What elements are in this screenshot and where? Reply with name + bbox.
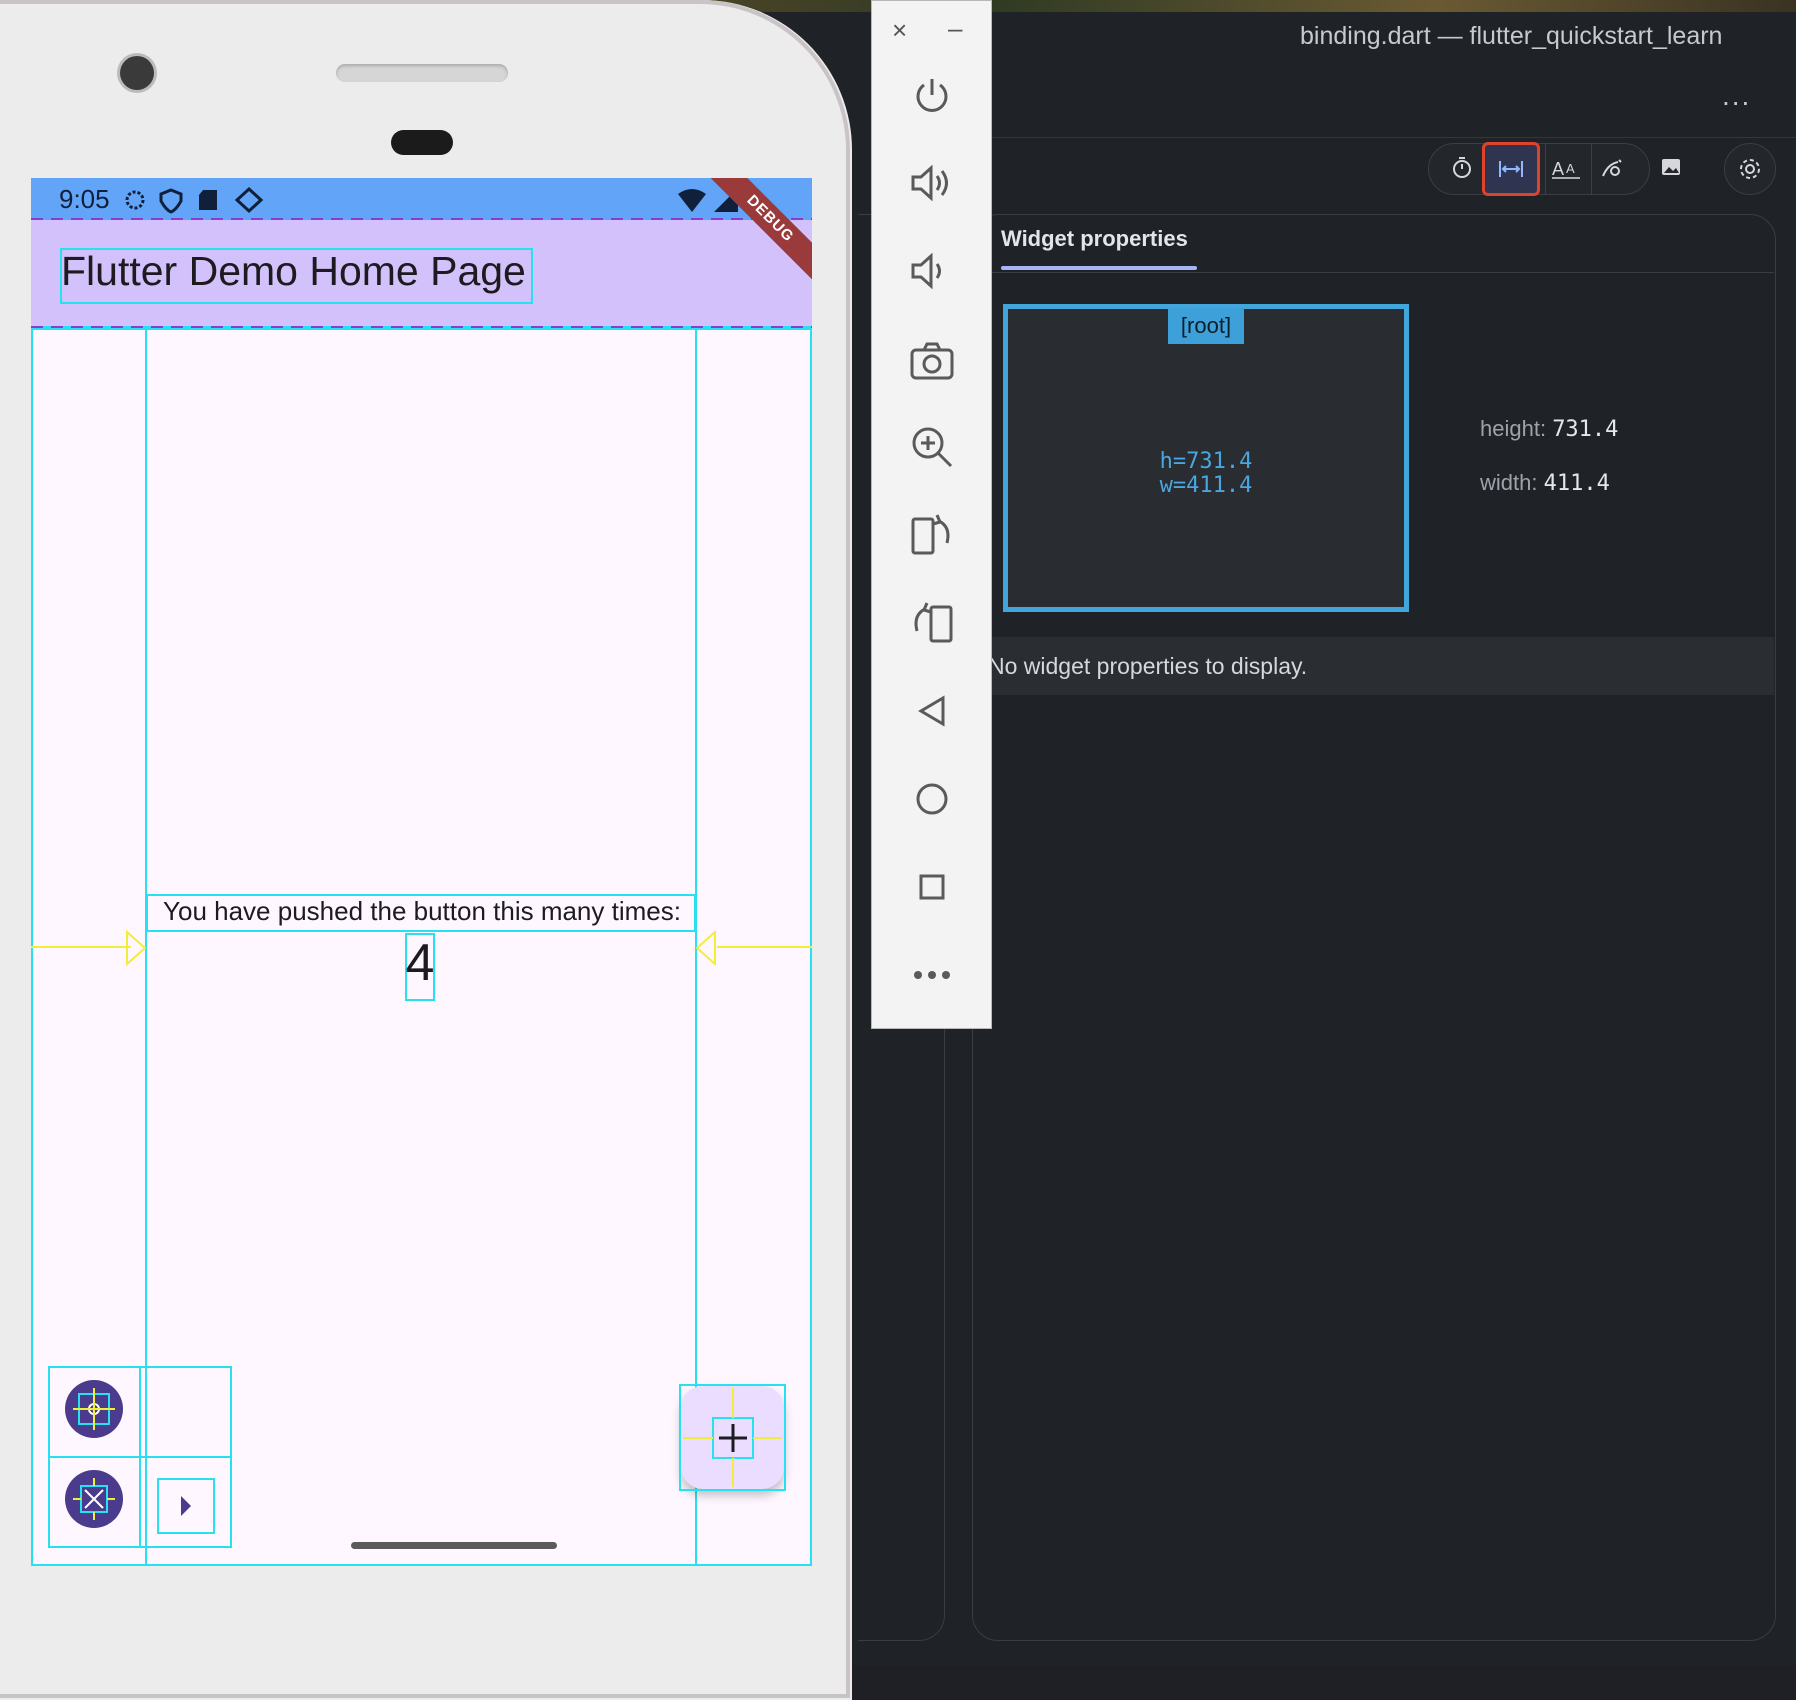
close-emulator-icon[interactable]: × bbox=[892, 15, 907, 46]
tab-underline bbox=[1001, 266, 1197, 270]
fab-outline bbox=[679, 1384, 786, 1491]
root-height: h=731.4 bbox=[1159, 449, 1253, 474]
overview-button[interactable] bbox=[872, 857, 991, 917]
volume-up-icon bbox=[911, 164, 948, 202]
front-camera bbox=[120, 56, 154, 90]
timer-icon bbox=[1453, 157, 1471, 178]
text-baselines-button[interactable]: AA bbox=[1541, 150, 1591, 186]
power-button[interactable] bbox=[872, 65, 991, 125]
width-property: width: 411.4 bbox=[1480, 470, 1610, 496]
proximity-sensor bbox=[391, 130, 453, 155]
home-button[interactable] bbox=[872, 769, 991, 829]
zoom-button[interactable] bbox=[872, 417, 991, 477]
root-width: w=411.4 bbox=[1159, 473, 1253, 498]
svg-text:A: A bbox=[1552, 159, 1564, 179]
padding-arrow bbox=[31, 946, 131, 948]
rotate-left-button[interactable] bbox=[872, 505, 991, 565]
empty-properties-message: No widget properties to display. bbox=[944, 637, 1774, 695]
phone-frame: 9:05 Flutter Demo Home Page DEBUG You ha… bbox=[0, 0, 852, 1700]
width-value: 411.4 bbox=[1543, 471, 1610, 496]
panel-divider bbox=[972, 272, 1774, 273]
root-label: [root] bbox=[1168, 308, 1244, 344]
repaint-rainbow-button[interactable] bbox=[1587, 150, 1637, 186]
earpiece-speaker bbox=[336, 64, 508, 82]
zoom-in-icon bbox=[912, 427, 952, 468]
padding-arrow bbox=[717, 946, 812, 948]
emulator-controls: × – bbox=[871, 0, 992, 1029]
arrow-left-icon bbox=[695, 930, 716, 966]
root-dimensions: h=731.4 w=411.4 bbox=[1136, 450, 1276, 498]
power-icon bbox=[916, 79, 947, 112]
screenshot-button[interactable] bbox=[872, 331, 991, 391]
close-icon bbox=[73, 1478, 115, 1520]
back-button[interactable] bbox=[872, 681, 991, 741]
camera-icon bbox=[910, 342, 953, 380]
app-title: Flutter Demo Home Page bbox=[61, 248, 526, 294]
volume-up-button[interactable] bbox=[872, 153, 991, 213]
inspector-settings-button[interactable] bbox=[1724, 143, 1776, 195]
overlay-divider bbox=[48, 1456, 232, 1458]
home-icon bbox=[916, 783, 947, 815]
slow-animations-button[interactable] bbox=[1437, 150, 1487, 186]
height-label: height: bbox=[1480, 416, 1547, 441]
close-inspector-button[interactable] bbox=[65, 1470, 123, 1528]
tab-widget-properties[interactable]: Widget properties bbox=[1001, 226, 1188, 252]
status-icons bbox=[125, 186, 264, 214]
text-size-icon: AA bbox=[1552, 159, 1580, 179]
device-screen[interactable]: 9:05 Flutter Demo Home Page DEBUG You ha… bbox=[31, 178, 812, 1566]
play-arrow-icon[interactable] bbox=[179, 1494, 193, 1518]
window-title: binding.dart — flutter_quickstart_learn bbox=[1300, 22, 1723, 50]
arrow-right-icon bbox=[126, 930, 147, 966]
inspector-toolbar: AA bbox=[1428, 142, 1650, 196]
crosshair-icon bbox=[73, 1388, 115, 1430]
more-button[interactable] bbox=[872, 945, 991, 1005]
more-icon bbox=[913, 971, 950, 979]
toolbar-divider bbox=[990, 137, 1796, 138]
height-value: 731.4 bbox=[1552, 417, 1619, 442]
minimize-emulator-icon[interactable]: – bbox=[948, 13, 962, 44]
overview-icon bbox=[919, 874, 944, 900]
rotate-right-icon bbox=[914, 602, 952, 643]
counter-value: 4 bbox=[405, 934, 435, 992]
more-menu-icon[interactable]: ... bbox=[1722, 80, 1751, 112]
guideline bbox=[31, 218, 812, 220]
status-time: 9:05 bbox=[59, 184, 110, 214]
rotate-right-button[interactable] bbox=[872, 593, 991, 653]
image-icon bbox=[1662, 159, 1680, 175]
volume-down-icon bbox=[911, 252, 941, 290]
gesture-bar[interactable] bbox=[351, 1542, 557, 1549]
layout-explorer-button[interactable] bbox=[1482, 142, 1540, 196]
volume-down-button[interactable] bbox=[872, 241, 991, 301]
counter-label: You have pushed the button this many tim… bbox=[163, 896, 681, 926]
select-widget-button[interactable] bbox=[65, 1380, 123, 1438]
width-label: width: bbox=[1480, 470, 1538, 495]
width-arrows-icon bbox=[1499, 161, 1523, 177]
back-icon bbox=[917, 695, 944, 727]
gear-icon bbox=[1740, 159, 1760, 179]
oversized-images-button[interactable] bbox=[1646, 149, 1696, 185]
height-property: height: 731.4 bbox=[1480, 416, 1618, 442]
rotate-left-icon bbox=[911, 514, 949, 555]
status-bar: 9:05 bbox=[31, 178, 812, 220]
paint-icon bbox=[1602, 159, 1622, 177]
svg-text:A: A bbox=[1566, 161, 1575, 176]
